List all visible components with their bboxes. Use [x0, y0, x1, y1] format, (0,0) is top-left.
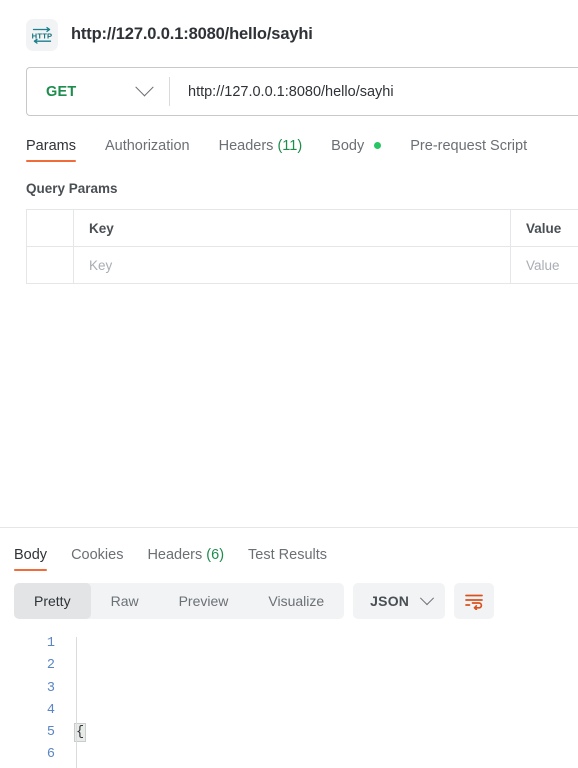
- request-panel: HTTP http://127.0.0.1:8080/hello/sayhi G…: [0, 0, 578, 527]
- row-value-input[interactable]: Value: [510, 246, 578, 284]
- response-tab-test-results[interactable]: Test Results: [248, 547, 327, 571]
- request-title: http://127.0.0.1:8080/hello/sayhi: [71, 25, 313, 43]
- word-wrap-icon[interactable]: [454, 583, 495, 619]
- view-mode-pretty[interactable]: Pretty: [14, 583, 91, 619]
- json-code-content: { "timestamp": "2024-03-05T10:32:08.023+…: [66, 633, 578, 768]
- response-panel: Body Cookies Headers (6) Test Results Pr…: [0, 528, 578, 768]
- response-tab-body[interactable]: Body: [14, 547, 48, 571]
- url-bar: GET http://127.0.0.1:8080/hello/sayhi: [26, 67, 578, 116]
- line-number: 1: [46, 636, 55, 651]
- tab-pre-request-script-label: Pre-request Script: [410, 138, 528, 154]
- postman-window: HTTP http://127.0.0.1:8080/hello/sayhi G…: [0, 0, 578, 768]
- tab-params[interactable]: Params: [26, 138, 76, 162]
- query-params-title: Query Params: [26, 181, 118, 196]
- tab-headers-label: Headers: [218, 138, 274, 154]
- response-format-select[interactable]: JSON: [353, 583, 446, 619]
- tab-authorization[interactable]: Authorization: [105, 138, 190, 162]
- view-mode-preview[interactable]: Preview: [159, 583, 249, 619]
- line-number-gutter: 1 2 3 4 5 6: [0, 633, 66, 768]
- response-tab-headers-label: Headers: [147, 547, 203, 563]
- table-header-row: Key Value: [26, 209, 578, 247]
- tab-body-label: Body: [331, 138, 365, 154]
- chevron-down-icon: [420, 591, 435, 606]
- http-method-label: GET: [46, 83, 77, 100]
- tab-pre-request-script[interactable]: Pre-request Script: [410, 138, 527, 162]
- row-key-input[interactable]: Key: [73, 246, 511, 284]
- response-tab-body-label: Body: [14, 547, 48, 563]
- line-number: 6: [46, 747, 55, 763]
- response-format-label: JSON: [370, 593, 410, 609]
- response-view-toolbar: Pretty Raw Preview Visualize JSON: [14, 583, 578, 619]
- response-tab-test-results-label: Test Results: [248, 547, 328, 563]
- tab-body[interactable]: Body: [331, 138, 382, 162]
- tab-authorization-label: Authorization: [104, 138, 190, 154]
- column-header-key: Key: [73, 209, 511, 247]
- response-tab-headers-count: (6): [206, 547, 225, 563]
- tab-headers[interactable]: Headers (11): [219, 138, 303, 162]
- tab-params-label: Params: [26, 138, 76, 154]
- column-header-check: [26, 209, 74, 247]
- line-number: 2: [46, 658, 55, 674]
- request-tabs: Params Authorization Headers (11) Body P…: [26, 130, 578, 162]
- request-title-row: HTTP http://127.0.0.1:8080/hello/sayhi: [9, 0, 578, 56]
- response-body-viewer[interactable]: 1 2 3 4 5 6 { "timestamp": "2024-03-05T1…: [0, 633, 578, 768]
- http-method-select[interactable]: GET: [27, 68, 169, 115]
- response-tab-cookies[interactable]: Cookies: [71, 547, 123, 571]
- response-tabs: Body Cookies Headers (6) Test Results: [14, 541, 578, 571]
- http-protocol-icon: HTTP: [26, 18, 58, 51]
- line-number: 4: [46, 702, 55, 718]
- response-tab-cookies-label: Cookies: [71, 547, 124, 563]
- view-mode-visualize[interactable]: Visualize: [248, 583, 344, 619]
- response-tab-headers[interactable]: Headers (6): [147, 547, 224, 571]
- body-modified-dot-icon: [374, 142, 382, 149]
- line-number: 5: [46, 725, 55, 741]
- row-checkbox-cell[interactable]: [26, 246, 74, 284]
- code-line: {: [74, 722, 578, 744]
- svg-text:HTTP: HTTP: [32, 31, 53, 40]
- view-mode-raw[interactable]: Raw: [91, 583, 159, 619]
- chevron-down-icon: [135, 78, 154, 97]
- column-header-value: Value: [510, 209, 578, 247]
- tab-headers-count: (11): [277, 138, 303, 154]
- table-row: Key Value: [26, 246, 578, 284]
- line-number: 3: [46, 680, 55, 696]
- query-params-table: Key Value Key Value: [26, 209, 578, 284]
- view-mode-group: Pretty Raw Preview Visualize: [14, 583, 345, 619]
- indent-guide: [76, 637, 77, 768]
- url-input[interactable]: http://127.0.0.1:8080/hello/sayhi: [170, 68, 578, 115]
